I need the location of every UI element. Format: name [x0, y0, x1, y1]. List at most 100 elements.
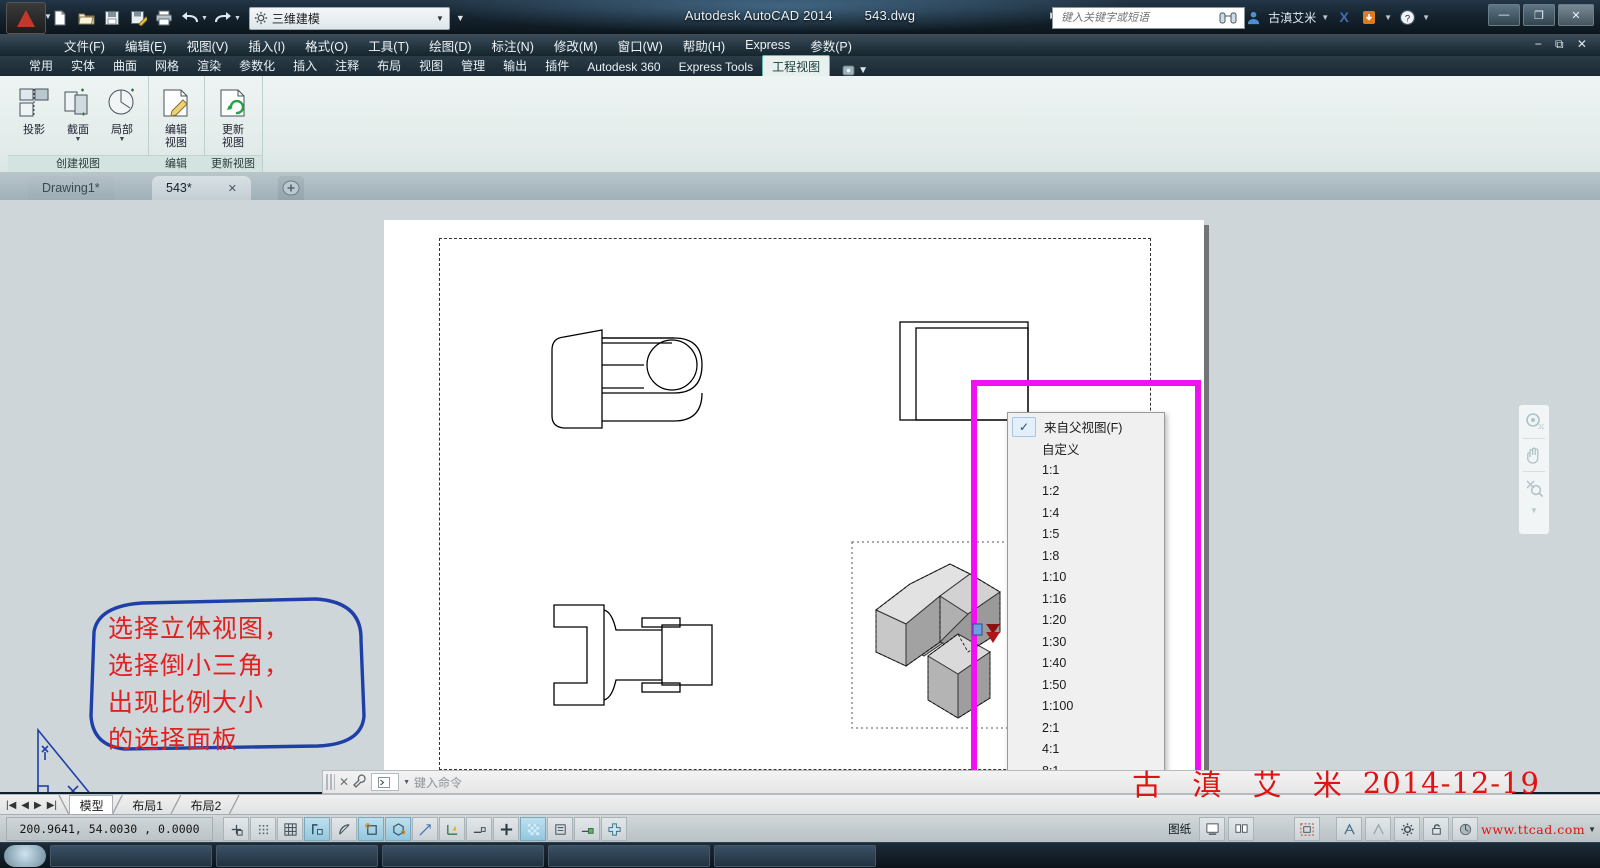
chevron-down-icon[interactable]: ▼: [1384, 13, 1392, 22]
menu-insert[interactable]: 插入(I): [238, 34, 295, 57]
transparency-icon[interactable]: [520, 817, 546, 841]
coordinate-display[interactable]: 200.9641, 54.0030 , 0.0000: [6, 817, 213, 841]
drawing-view-bottom-left[interactable]: [544, 590, 754, 720]
download-icon[interactable]: [1359, 7, 1379, 27]
taskbar-item[interactable]: [382, 845, 544, 867]
update-view-button[interactable]: 更新 视图: [210, 81, 256, 149]
chevron-down-icon[interactable]: ▼: [1521, 504, 1547, 516]
edit-view-button[interactable]: 编辑 视图: [154, 81, 198, 149]
menu-file[interactable]: 文件(F): [54, 34, 115, 57]
ribbon-tab-addins[interactable]: 插件: [536, 55, 578, 76]
close-icon[interactable]: ✕: [339, 775, 349, 789]
detail-view-button[interactable]: 局部 ▼: [102, 81, 142, 144]
command-line[interactable]: ✕ ▼ 键入命令: [322, 770, 1512, 794]
snap-icon[interactable]: [223, 817, 249, 841]
layout-tab-layout2[interactable]: 布局2: [181, 796, 230, 815]
layout-tab-layout1[interactable]: 布局1: [122, 796, 171, 815]
paper-space-label[interactable]: 图纸: [1163, 821, 1196, 837]
dropdown-item-4[interactable]: 1:4: [1008, 502, 1164, 524]
dynamic-input-icon[interactable]: [466, 817, 492, 841]
minimize-button[interactable]: —: [1488, 4, 1520, 26]
3d-object-snap-icon[interactable]: [385, 817, 411, 841]
ribbon-tab-autodesk360[interactable]: Autodesk 360: [578, 58, 669, 76]
pan-hand-icon[interactable]: [1521, 442, 1547, 468]
ribbon-tab-drafting-view[interactable]: 工程视图: [762, 55, 831, 76]
dropdown-item-10[interactable]: 1:30: [1008, 631, 1164, 653]
chevron-down-icon[interactable]: ▼: [75, 136, 82, 144]
taskbar-item[interactable]: [216, 845, 378, 867]
ribbon-tab-solid[interactable]: 实体: [62, 55, 104, 76]
annotation-visibility-icon[interactable]: [1365, 817, 1392, 841]
dropdown-item-5[interactable]: 1:5: [1008, 524, 1164, 546]
dropdown-item-15[interactable]: 4:1: [1008, 739, 1164, 761]
user-name[interactable]: 古滇艾米: [1268, 9, 1316, 26]
menu-express[interactable]: Express: [735, 36, 800, 54]
polar-tracking-icon[interactable]: [331, 817, 357, 841]
ribbon-minimize-control[interactable]: ▼: [842, 65, 868, 76]
ribbon-tab-express-tools[interactable]: Express Tools: [670, 58, 762, 76]
view-scale-grip-triangle-icon[interactable]: [972, 620, 1004, 646]
file-tab-543[interactable]: 543* ✕: [152, 176, 251, 200]
file-tab-drawing1[interactable]: Drawing1*: [28, 176, 114, 200]
last-layout-button[interactable]: ▶|: [45, 800, 59, 811]
taskbar-item[interactable]: [548, 845, 710, 867]
projection-view-button[interactable]: 投影: [14, 81, 54, 136]
chevron-down-icon[interactable]: ▼: [1321, 13, 1329, 22]
command-input[interactable]: 键入命令: [414, 774, 1511, 791]
prev-layout-button[interactable]: ◀: [19, 800, 31, 811]
zoom-extents-icon[interactable]: [1521, 475, 1547, 501]
annotation-scale-icon[interactable]: [1336, 817, 1363, 841]
dropdown-item-3[interactable]: 1:2: [1008, 481, 1164, 503]
menu-view[interactable]: 视图(V): [177, 34, 239, 57]
object-snap-icon[interactable]: [358, 817, 384, 841]
close-icon[interactable]: ✕: [228, 182, 237, 195]
new-tab-button[interactable]: [278, 176, 304, 200]
chevron-down-icon[interactable]: ▼: [1588, 825, 1596, 834]
close-button[interactable]: ✕: [1558, 4, 1594, 26]
search-input[interactable]: [1052, 7, 1245, 29]
scale-dropdown-menu[interactable]: ✓ 来自父视图(F) 自定义 1:1 1:2 1:4 1:5 1:8 1:10 …: [1007, 412, 1165, 792]
ribbon-tab-parametric[interactable]: 参数化: [230, 55, 284, 76]
drawing-canvas[interactable]: 选择立体视图， 选择倒小三角， 出现比例大小 的选择面板 2D ▼ ✓ 来自父视…: [0, 200, 1600, 792]
chevron-down-icon[interactable]: ▼: [1422, 13, 1430, 22]
command-prompt-icon[interactable]: [371, 773, 400, 791]
wrench-icon[interactable]: [353, 773, 367, 791]
lock-icon[interactable]: [1423, 817, 1450, 841]
ortho-icon[interactable]: [304, 817, 330, 841]
layout-space-icon[interactable]: [1228, 817, 1255, 841]
ribbon-tab-surface[interactable]: 曲面: [104, 55, 146, 76]
taskbar-item[interactable]: [50, 845, 212, 867]
dropdown-item-8[interactable]: 1:16: [1008, 588, 1164, 610]
dropdown-item-1[interactable]: 自定义: [1008, 438, 1164, 460]
menu-modify[interactable]: 修改(M): [544, 34, 608, 57]
viewport-icon[interactable]: [1294, 817, 1321, 841]
maximize-button[interactable]: ❐: [1523, 4, 1555, 26]
ribbon-tab-mesh[interactable]: 网格: [146, 55, 188, 76]
exchange-app-icon[interactable]: X: [1334, 7, 1354, 27]
add-scale-icon[interactable]: [601, 817, 627, 841]
grid-mode-icon[interactable]: [277, 817, 303, 841]
chevron-down-icon[interactable]: ▼: [858, 65, 868, 76]
lineweight-icon[interactable]: [493, 817, 519, 841]
drawing-view-top-right[interactable]: [890, 308, 1030, 423]
first-layout-button[interactable]: |◀: [4, 800, 18, 811]
dynamic-ucs-icon[interactable]: [439, 817, 465, 841]
taskbar-item[interactable]: [714, 845, 876, 867]
ribbon-tab-insert[interactable]: 插入: [284, 55, 326, 76]
dropdown-item-6[interactable]: 1:8: [1008, 545, 1164, 567]
dropdown-item-2[interactable]: 1:1: [1008, 459, 1164, 481]
ribbon-tab-render[interactable]: 渲染: [188, 55, 230, 76]
ribbon-tab-view[interactable]: 视图: [410, 55, 452, 76]
selection-cycling-icon[interactable]: [547, 817, 573, 841]
mdi-window-controls[interactable]: − ⧉ ✕: [1535, 37, 1592, 52]
menu-window[interactable]: 窗口(W): [608, 34, 673, 57]
section-view-button[interactable]: 截面 ▼: [58, 81, 98, 144]
search-field[interactable]: [1059, 11, 1244, 25]
hardware-accel-icon[interactable]: [1452, 817, 1479, 841]
menu-parametric[interactable]: 参数(P): [800, 34, 862, 57]
next-layout-button[interactable]: ▶: [32, 800, 44, 811]
ribbon-tab-home[interactable]: 常用: [20, 55, 62, 76]
menu-edit[interactable]: 编辑(E): [115, 34, 177, 57]
ribbon-tab-output[interactable]: 输出: [494, 55, 536, 76]
object-snap-tracking-icon[interactable]: [412, 817, 438, 841]
